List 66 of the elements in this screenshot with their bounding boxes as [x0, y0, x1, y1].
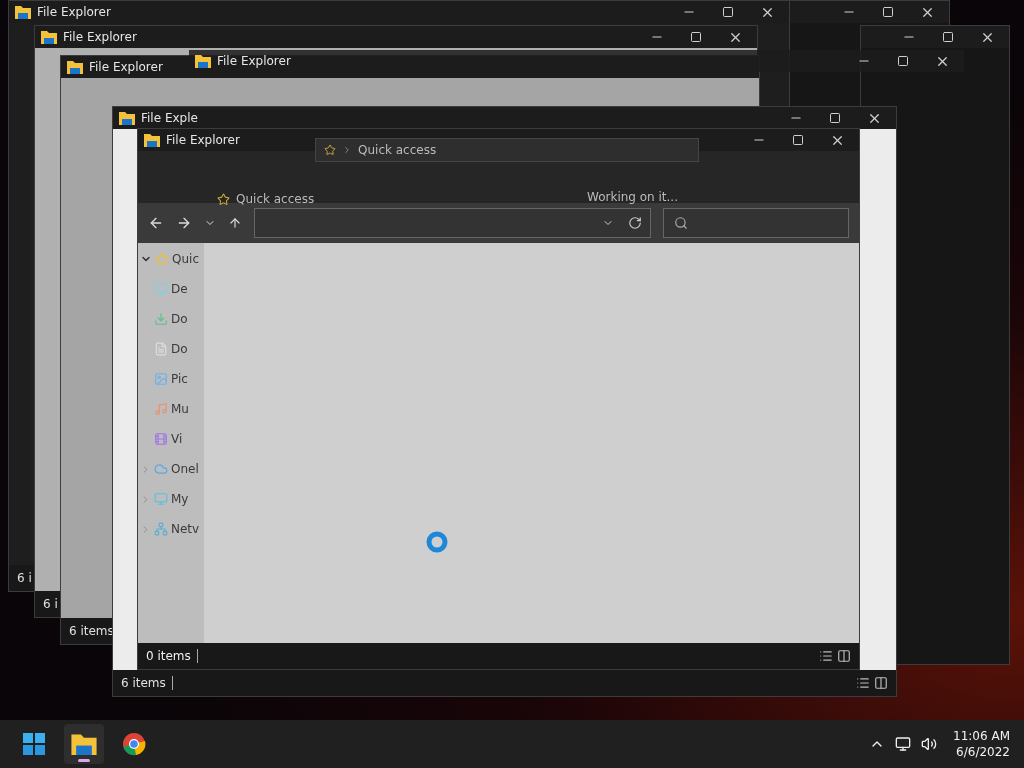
maximize-icon[interactable] [897, 55, 909, 67]
nav-item[interactable]: Do [171, 342, 188, 356]
maximize-icon[interactable] [829, 112, 841, 124]
folder-icon [41, 30, 57, 44]
nav-item[interactable]: Onel [171, 462, 199, 476]
nav-item[interactable]: Vi [171, 432, 183, 446]
folder-icon [71, 733, 97, 755]
search-icon [674, 216, 688, 230]
clock-date[interactable]: 6/6/2022 [956, 745, 1010, 759]
refresh-icon[interactable] [628, 216, 642, 230]
clock-time[interactable]: 11:06 AM [953, 729, 1010, 743]
item-count: 0 items [146, 649, 198, 663]
nav-item[interactable]: Quic [172, 252, 199, 266]
desktop-icon [154, 282, 168, 296]
monitor-icon [154, 492, 168, 506]
loading-message: Working on it... [587, 190, 678, 204]
section-heading: Quick access [236, 192, 315, 206]
nav-item[interactable]: My [171, 492, 189, 506]
address-bar[interactable]: Quick access [315, 138, 699, 162]
address-field[interactable] [254, 208, 651, 238]
nav-item[interactable]: Do [171, 312, 188, 326]
folder-icon [67, 60, 83, 74]
maximize-icon[interactable] [942, 31, 954, 43]
maximize-icon[interactable] [792, 134, 804, 146]
cloud-icon [154, 462, 168, 476]
maximize-icon[interactable] [882, 6, 894, 18]
item-count: 6 items [121, 676, 173, 690]
window-title: File Exple [141, 111, 198, 125]
nav-item[interactable]: Mu [171, 402, 189, 416]
star-icon [217, 192, 230, 206]
folder-icon [144, 133, 160, 147]
picture-icon [154, 372, 168, 386]
film-icon [154, 432, 168, 446]
tiles-view-icon[interactable] [874, 676, 888, 690]
star-icon [324, 144, 336, 156]
forward-arrow-icon[interactable] [176, 215, 192, 231]
window-title: File Explorer [89, 60, 163, 74]
windows-logo-icon [22, 732, 46, 756]
nav-item[interactable]: Pic [171, 372, 188, 386]
window-title: File Explorer [63, 30, 137, 44]
browser-logo-icon [122, 732, 146, 756]
star-icon [155, 252, 169, 266]
window-title: File Explorer [217, 54, 291, 68]
nav-item[interactable]: De [171, 282, 188, 296]
file-explorer-button[interactable] [64, 724, 104, 764]
network-icon [154, 522, 168, 536]
folder-icon [15, 5, 31, 19]
maximize-icon[interactable] [722, 6, 734, 18]
volume-icon[interactable] [921, 736, 938, 752]
tiles-view-icon[interactable] [837, 649, 851, 663]
document-icon [154, 342, 168, 356]
window-title: File Explorer [166, 133, 240, 147]
details-view-icon[interactable] [819, 649, 833, 663]
loading-spinner-icon [426, 531, 448, 553]
folder-icon [119, 111, 135, 125]
chevron-right-icon [342, 145, 352, 155]
details-view-icon[interactable] [856, 676, 870, 690]
window-title: File Explorer [37, 5, 111, 19]
network-icon[interactable] [895, 736, 912, 752]
breadcrumb[interactable]: Quick access [358, 143, 437, 157]
search-field[interactable] [663, 208, 849, 238]
download-icon [154, 312, 168, 326]
folder-icon [195, 54, 211, 68]
nav-item[interactable]: Netv [171, 522, 200, 536]
maximize-icon[interactable] [690, 31, 702, 43]
music-note-icon [154, 402, 168, 416]
